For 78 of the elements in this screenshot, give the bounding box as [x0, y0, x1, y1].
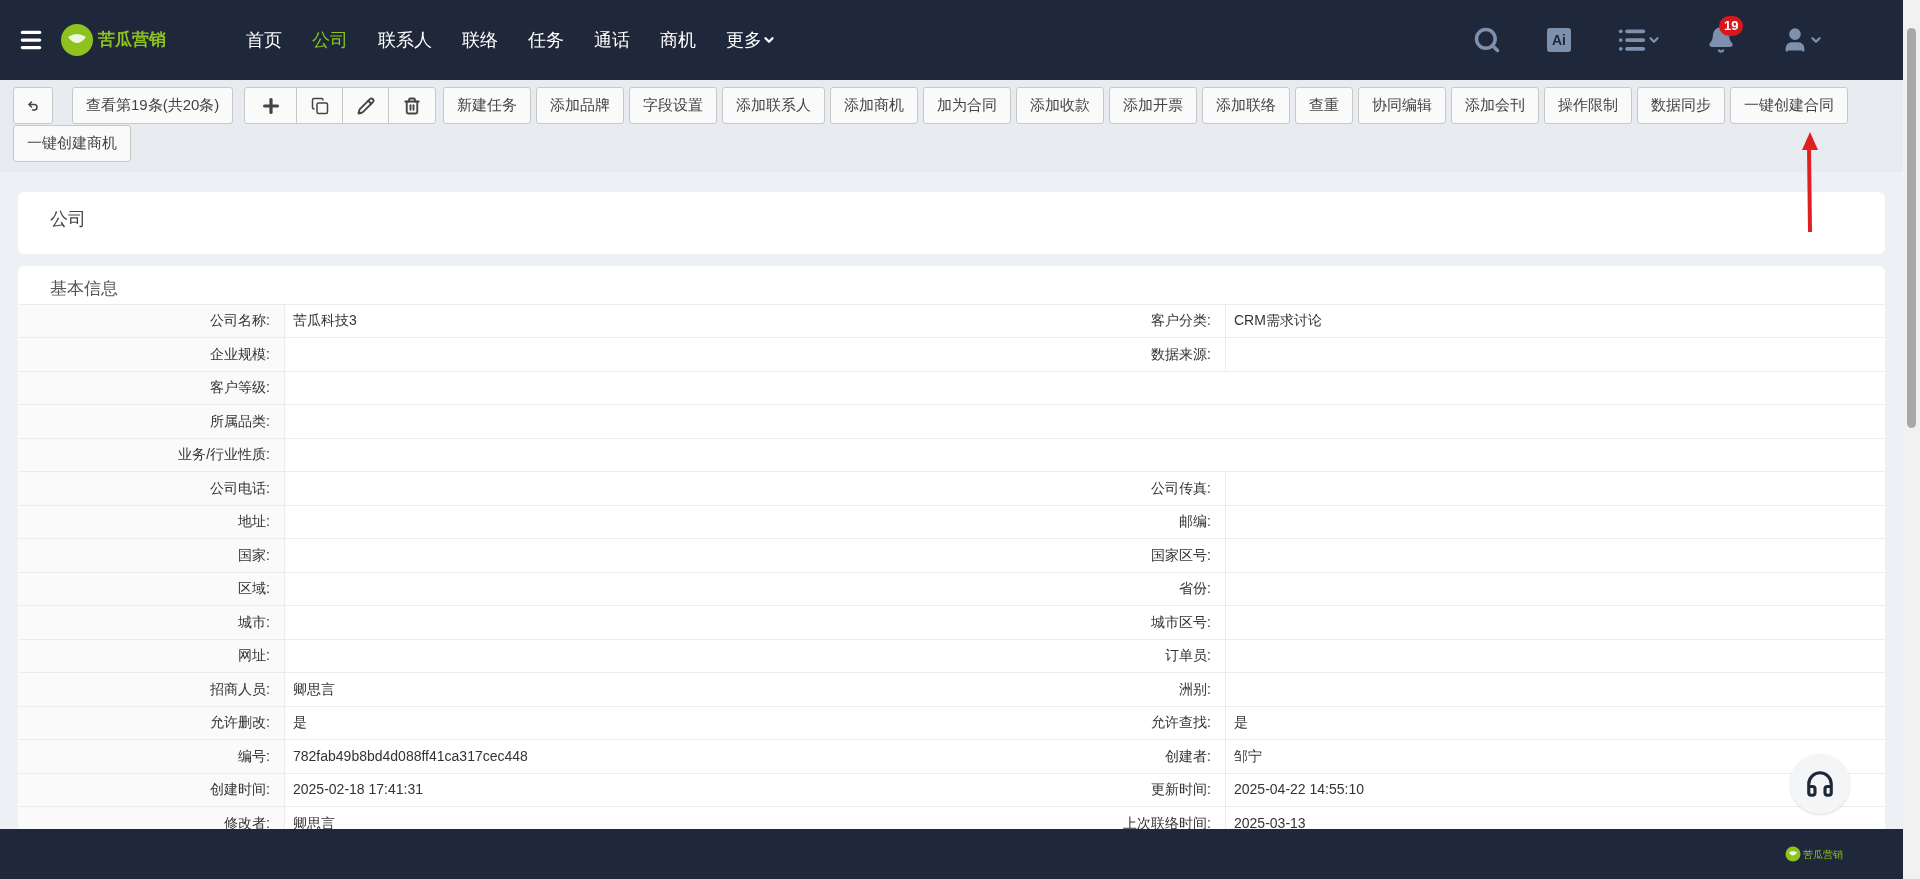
field-label: 城市区号:	[1151, 612, 1211, 632]
back-button[interactable]	[13, 87, 53, 124]
record-nav-button[interactable]: 查看第19条(共20条)	[72, 87, 234, 124]
action-button[interactable]: 查重	[1295, 87, 1354, 124]
nav-link[interactable]: 首页	[246, 26, 282, 54]
action-button[interactable]: 添加收款	[1016, 87, 1105, 124]
field-label: 城市:	[238, 612, 270, 632]
field-label: 业务/行业性质:	[178, 445, 270, 465]
action-button[interactable]: 添加会刊	[1451, 87, 1540, 124]
action-button[interactable]: 添加联系人	[722, 87, 826, 124]
action-button[interactable]: 新建任务	[443, 87, 532, 124]
field-label: 上次联络时间:	[1123, 813, 1211, 829]
action-button[interactable]: 添加品牌	[536, 87, 625, 124]
field-label: 企业规模:	[210, 344, 270, 364]
nav-link[interactable]: 任务	[528, 26, 564, 54]
field-label: 公司传真:	[1151, 478, 1211, 498]
search-icon[interactable]	[1473, 26, 1501, 54]
headset-icon	[1805, 769, 1835, 799]
notification-badge: 19	[1719, 16, 1744, 36]
field-label: 招商人员:	[210, 679, 270, 699]
field-value: 苦瓜科技3	[293, 311, 357, 331]
field-value: 卿思言	[293, 813, 335, 829]
field-label: 允许删改:	[210, 713, 270, 733]
field-label: 数据来源:	[1151, 344, 1211, 364]
brand-name: 苦瓜营销	[98, 29, 166, 52]
action-button[interactable]: 添加商机	[830, 87, 919, 124]
field-label: 省份:	[1179, 579, 1211, 599]
nav-link[interactable]: 联络	[462, 26, 498, 54]
field-label: 地址:	[238, 512, 270, 532]
field-value: 2025-03-13	[1234, 813, 1306, 829]
field-value: 卿思言	[293, 679, 335, 699]
field-label: 国家区号:	[1151, 545, 1211, 565]
field-label: 允许查找:	[1151, 713, 1211, 733]
field-label: 网址:	[238, 646, 270, 666]
copy-icon	[310, 96, 329, 115]
section-title: 基本信息	[50, 279, 118, 298]
pencil-icon	[356, 96, 375, 115]
field-value: 是	[1234, 713, 1248, 733]
logo-icon	[60, 23, 94, 57]
field-label: 客户等级:	[210, 378, 270, 398]
action-button[interactable]: 操作限制	[1544, 87, 1633, 124]
field-value: 782fab49b8bd4d088ff41ca317cec448	[293, 746, 528, 766]
field-value: 2025-02-18 17:41:31	[293, 780, 423, 800]
page-title: 公司	[50, 209, 86, 229]
footer-brand: 苦瓜营销	[1803, 847, 1843, 862]
action-button[interactable]: 数据同步	[1637, 87, 1726, 124]
nav-link[interactable]: 公司	[312, 26, 348, 54]
field-label: 客户分类:	[1151, 311, 1211, 331]
field-label: 更新时间:	[1151, 780, 1211, 800]
field-label: 编号:	[238, 746, 270, 766]
field-label: 创建时间:	[210, 780, 270, 800]
field-value: 邹宁	[1234, 746, 1262, 766]
trash-icon	[403, 96, 422, 115]
nav-link[interactable]: 通话	[594, 26, 630, 54]
logo-icon	[1785, 846, 1801, 862]
field-value: CRM需求讨论	[1234, 311, 1322, 331]
field-value: 是	[293, 713, 307, 733]
field-label: 创建者:	[1165, 746, 1211, 766]
field-label: 公司电话:	[210, 478, 270, 498]
field-label: 公司名称:	[210, 311, 270, 331]
action-button[interactable]: 一键创建商机	[13, 125, 131, 162]
field-label: 订单员:	[1165, 646, 1211, 666]
field-label: 区域:	[238, 579, 270, 599]
action-button[interactable]: 一键创建合同	[1730, 87, 1849, 124]
field-label: 国家:	[238, 545, 270, 565]
action-button[interactable]: 添加开票	[1109, 87, 1198, 124]
ai-button[interactable]: Ai	[1547, 28, 1571, 52]
action-button[interactable]: 协同编辑	[1358, 87, 1447, 124]
field-label: 洲别:	[1179, 679, 1211, 699]
field-value: 2025-04-22 14:55:10	[1234, 780, 1364, 800]
action-button[interactable]: 字段设置	[629, 87, 718, 124]
nav-link[interactable]: 更多	[726, 26, 776, 54]
field-label: 邮编:	[1179, 512, 1211, 532]
nav-link[interactable]: 联系人	[378, 26, 432, 54]
action-button[interactable]: 添加联络	[1202, 87, 1291, 124]
nav-link[interactable]: 商机	[660, 26, 696, 54]
field-label: 所属品类:	[210, 411, 270, 431]
action-button[interactable]: 加为合同	[923, 87, 1012, 124]
